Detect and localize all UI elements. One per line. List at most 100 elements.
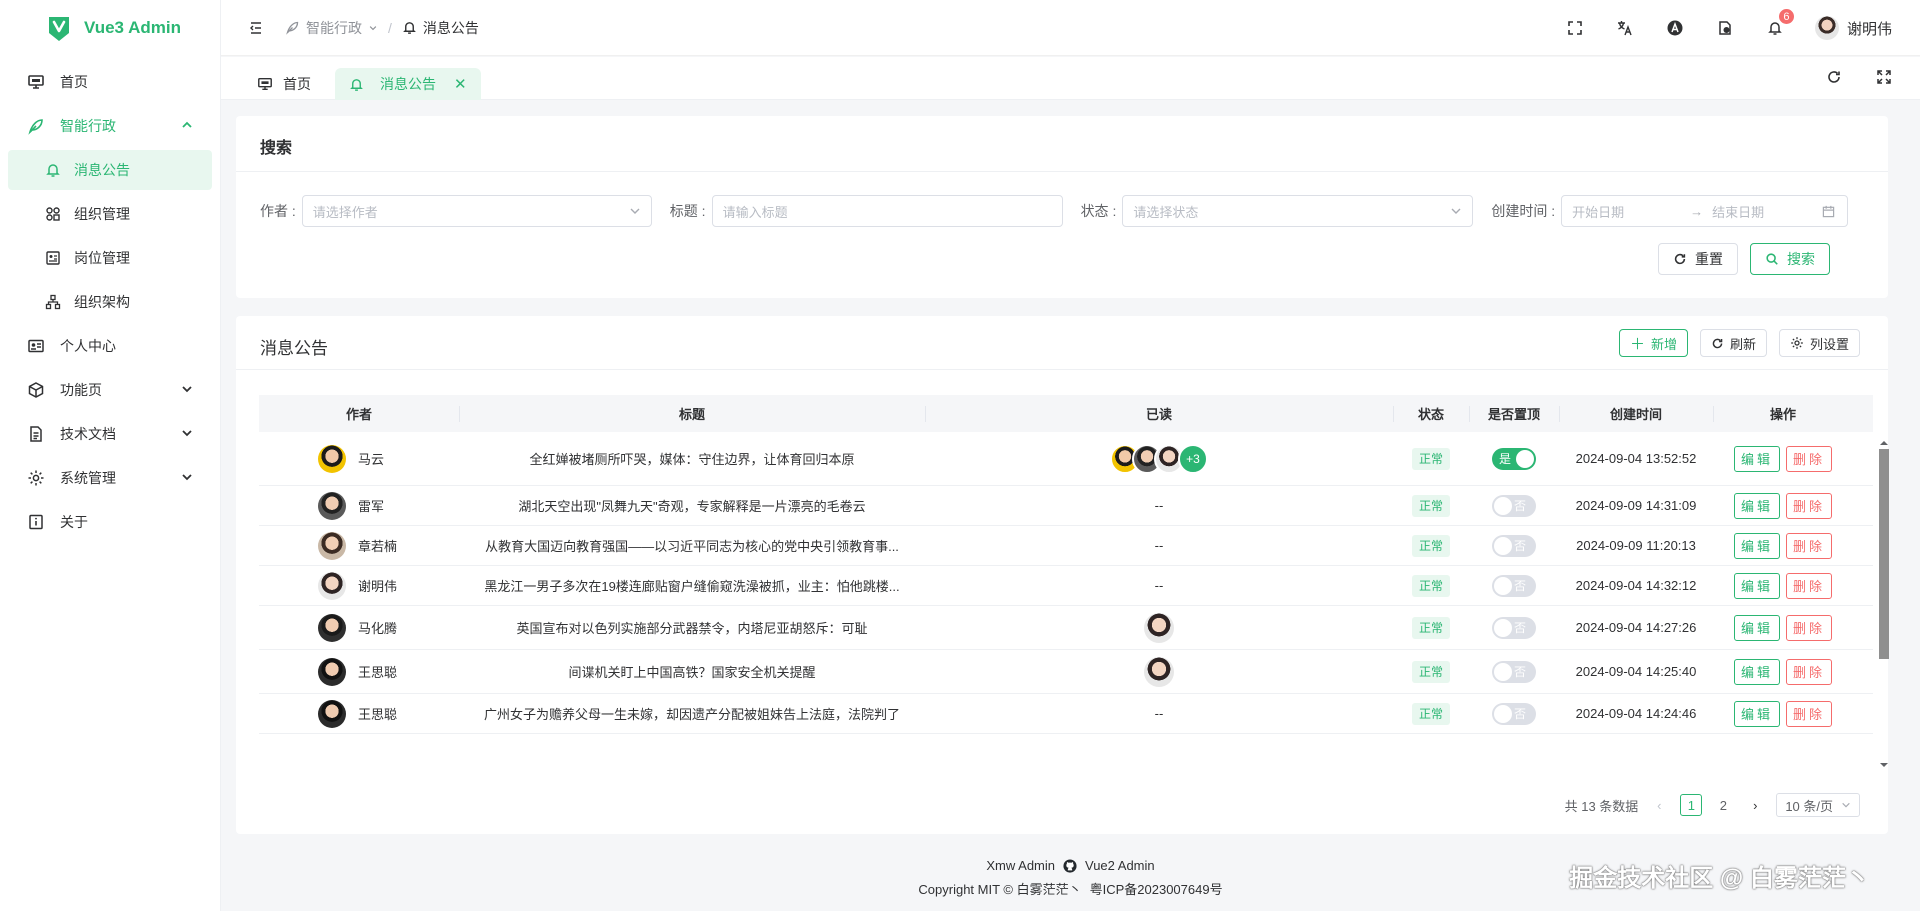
user-menu[interactable]: 谢明伟	[1814, 16, 1892, 40]
author-select[interactable]: 请选择作者	[301, 195, 652, 227]
scroll-down-icon[interactable]	[1879, 761, 1889, 769]
created-time-label: 创建时间 :	[1491, 203, 1556, 219]
pinned-switch[interactable]: 否	[1492, 702, 1536, 725]
table-row[interactable]: 章若楠 从教育大国迈向教育强国——以习近平同志为核心的党中央引领教育事... -- 正…	[259, 526, 1873, 566]
feather-icon	[26, 116, 46, 136]
footer-link-vue2[interactable]: Vue2 Admin	[1085, 858, 1155, 873]
sidebar-item-home[interactable]: 首页	[0, 60, 220, 104]
pinned-cell: 否	[1469, 494, 1559, 517]
tab-home[interactable]: 首页	[243, 68, 325, 100]
close-icon[interactable]: ✕	[454, 75, 467, 93]
add-button[interactable]: ＋ 新增	[1618, 329, 1688, 357]
column-header-created[interactable]: 创建时间	[1559, 404, 1713, 423]
read-avatar-stack[interactable]: +3	[1110, 443, 1208, 474]
icp-link[interactable]: 粤ICP备2023007649号	[1090, 879, 1223, 898]
pinned-switch[interactable]: 否	[1492, 660, 1536, 683]
notice-title[interactable]: 从教育大国迈向教育强国——以习近平同志为核心的党中央引领教育事...	[485, 536, 899, 555]
pinned-switch[interactable]: 否	[1492, 616, 1536, 639]
delete-button[interactable]: 删除	[1786, 572, 1833, 599]
sidebar-item-system[interactable]: 系统管理	[0, 456, 220, 500]
delete-button[interactable]: 删除	[1786, 614, 1833, 641]
footer-link-xmw[interactable]: Xmw Admin	[986, 858, 1055, 873]
title-input[interactable]: 请输入标题	[711, 195, 1063, 227]
date-range-picker[interactable]: 开始日期 → 结束日期	[1561, 195, 1849, 227]
delete-button[interactable]: 删除	[1786, 445, 1833, 472]
edit-button[interactable]: 编辑	[1733, 572, 1780, 599]
page-size-select[interactable]: 10 条/页	[1776, 793, 1860, 817]
page-number[interactable]: 2	[1712, 794, 1734, 816]
next-page-icon[interactable]: ›	[1744, 794, 1766, 816]
refresh-icon[interactable]	[1826, 69, 1842, 85]
notice-title[interactable]: 英国宣布对以色列实施部分武器禁令，内塔尼亚胡怒斥：可耻	[516, 618, 867, 637]
notice-title[interactable]: 间谍机关盯上中国高铁？国家安全机关提醒	[568, 662, 815, 681]
sidebar-item-smart-admin[interactable]: 智能行政	[0, 104, 220, 148]
font-size-icon[interactable]	[1665, 18, 1685, 38]
notice-title[interactable]: 广州女子为赡养父母一生未嫁，却因遗产分配被姐妹告上法庭，法院判了	[484, 704, 900, 723]
scrollbar-thumb[interactable]	[1879, 449, 1889, 659]
pinned-switch[interactable]: 否	[1492, 574, 1536, 597]
column-header-pinned[interactable]: 是否置顶	[1469, 404, 1559, 423]
status-select[interactable]: 请选择状态	[1122, 195, 1474, 227]
table-toolbar: ＋ 新增 刷新 列设置	[1618, 329, 1860, 357]
more-readers-badge[interactable]: +3	[1178, 443, 1208, 474]
breadcrumb-item[interactable]: 智能行政	[306, 18, 362, 38]
table-row[interactable]: 王思聪 间谍机关盯上中国高铁？国家安全机关提醒 正常 否 2024-09-04 14:2…	[259, 650, 1873, 694]
sidebar-item-notices[interactable]: 消息公告	[8, 150, 212, 190]
edit-button[interactable]: 编辑	[1733, 445, 1780, 472]
column-settings-button[interactable]: 列设置	[1778, 329, 1860, 357]
prev-page-icon[interactable]: ‹	[1648, 794, 1670, 816]
start-date-placeholder[interactable]: 开始日期	[1572, 202, 1690, 221]
notice-title[interactable]: 全红婵被堵厕所吓哭，媒体：守住边界，让体育回归本原	[529, 449, 854, 468]
sidebar-item-about[interactable]: 关于	[0, 500, 220, 544]
table-row[interactable]: 谢明伟 黑龙江一男子多次在19楼连廊贴窗户缝偷窥洗澡被抓，业主：怕他跳楼... --…	[259, 566, 1873, 606]
theme-icon[interactable]	[1715, 18, 1735, 38]
table-body[interactable]: 马云 全红婵被堵厕所吓哭，媒体：守住边界，让体育回归本原 +3 正常 是 2024-09-…	[259, 432, 1873, 779]
delete-button[interactable]: 删除	[1786, 700, 1833, 727]
edit-button[interactable]: 编辑	[1733, 614, 1780, 641]
delete-button[interactable]: 删除	[1786, 532, 1833, 559]
edit-button[interactable]: 编辑	[1733, 658, 1780, 685]
column-header-author[interactable]: 作者	[259, 404, 459, 423]
sidebar-item-org-structure[interactable]: 组织架构	[0, 280, 220, 324]
end-date-placeholder[interactable]: 结束日期	[1712, 202, 1822, 221]
column-header-read[interactable]: 已读	[925, 404, 1393, 423]
column-header-status[interactable]: 状态	[1393, 404, 1469, 423]
pinned-switch[interactable]: 否	[1492, 494, 1536, 517]
page-number[interactable]: 1	[1680, 794, 1703, 816]
notification-bell-icon[interactable]: 6	[1765, 8, 1795, 38]
title-cell: 从教育大国迈向教育强国——以习近平同志为核心的党中央引领教育事...	[459, 536, 925, 555]
fullscreen-icon[interactable]	[1565, 18, 1585, 38]
sidebar-item-positions[interactable]: 岗位管理	[0, 236, 220, 280]
search-form: 作者 : 请选择作者 标题 : 请输入标题 状态 : 请选择状态 创建时间 : …	[260, 195, 1849, 227]
notice-title[interactable]: 湖北天空出现"凤舞九天"奇观，专家解释是一片漂亮的毛卷云	[518, 496, 865, 515]
collapse-menu-icon[interactable]	[247, 19, 265, 37]
edit-button[interactable]: 编辑	[1733, 700, 1780, 727]
app-logo[interactable]: Vue3 Admin	[0, 0, 220, 56]
notice-title[interactable]: 黑龙江一男子多次在19楼连廊贴窗户缝偷窥洗澡被抓，业主：怕他跳楼...	[484, 576, 899, 595]
table-row[interactable]: 马化腾 英国宣布对以色列实施部分武器禁令，内塔尼亚胡怒斥：可耻 正常 否 2024-09…	[259, 606, 1873, 650]
tab-notices[interactable]: 消息公告 ✕	[335, 68, 481, 100]
pinned-switch[interactable]: 是	[1492, 447, 1536, 470]
edit-button[interactable]: 编辑	[1733, 532, 1780, 559]
search-button[interactable]: 搜索	[1750, 243, 1830, 275]
table-row[interactable]: 王思聪 广州女子为赡养父母一生未嫁，却因遗产分配被姐妹告上法庭，法院判了 -- 正常 否…	[259, 694, 1873, 734]
watermark: 掘金技术社区 @ 白雾茫茫丶	[1569, 865, 1870, 892]
column-header-title[interactable]: 标题	[459, 404, 925, 423]
sidebar-item-org[interactable]: 组织管理	[0, 192, 220, 236]
table-row[interactable]: 马云 全红婵被堵厕所吓哭，媒体：守住边界，让体育回归本原 +3 正常 是 2024-09-…	[259, 432, 1873, 486]
reset-button[interactable]: 重置	[1658, 243, 1738, 275]
table-row[interactable]: 雷军 湖北天空出现"凤舞九天"奇观，专家解释是一片漂亮的毛卷云 -- 正常 否 2024-…	[259, 486, 1873, 526]
sidebar-item-features[interactable]: 功能页	[0, 368, 220, 412]
translate-icon[interactable]	[1615, 18, 1635, 38]
created-time: 2024-09-04 14:24:46	[1575, 706, 1697, 721]
delete-button[interactable]: 删除	[1786, 492, 1833, 519]
fullscreen-icon[interactable]	[1876, 69, 1892, 85]
sidebar-item-docs[interactable]: 技术文档	[0, 412, 220, 456]
pinned-switch[interactable]: 否	[1492, 534, 1536, 557]
refresh-button[interactable]: 刷新	[1699, 329, 1767, 357]
delete-button[interactable]: 删除	[1786, 658, 1833, 685]
table-scrollbar[interactable]	[1877, 439, 1889, 779]
edit-button[interactable]: 编辑	[1733, 492, 1780, 519]
scroll-up-icon[interactable]	[1879, 439, 1889, 447]
sidebar-item-profile[interactable]: 个人中心	[0, 324, 220, 368]
